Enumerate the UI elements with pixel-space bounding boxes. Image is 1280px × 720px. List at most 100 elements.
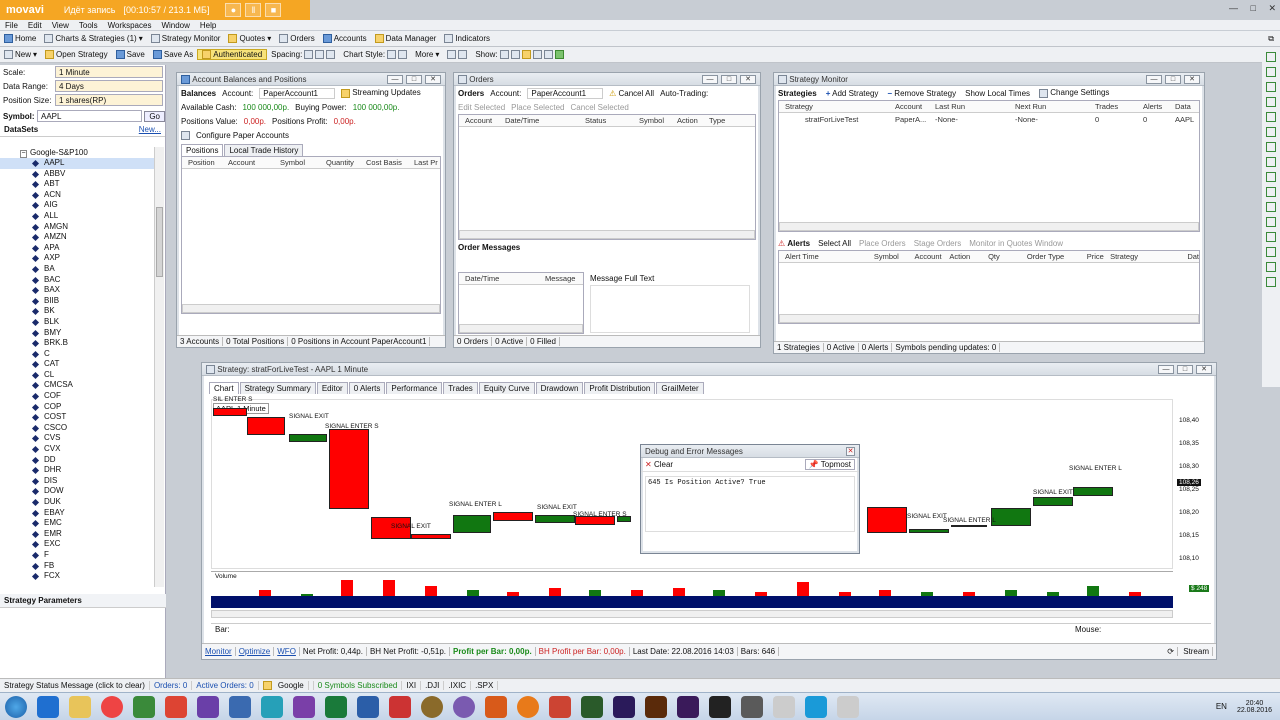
new-dataset-link[interactable]: New... — [139, 125, 161, 134]
menu-tools[interactable]: Tools — [74, 21, 103, 30]
tree-item-dis[interactable]: DIS — [0, 476, 154, 487]
line-tool-icon[interactable] — [1266, 112, 1276, 122]
change-settings-button[interactable]: Change Settings — [1039, 88, 1109, 98]
chrome-icon[interactable] — [101, 695, 123, 718]
app-x-icon[interactable] — [165, 695, 187, 718]
tree-item-cop[interactable]: COP — [0, 402, 154, 413]
tree-item-amgn[interactable]: AMGN — [0, 222, 154, 233]
place-orders-button[interactable]: Place Orders — [859, 239, 906, 248]
circle-icon[interactable] — [1266, 157, 1276, 167]
crosshair-icon[interactable] — [1266, 52, 1276, 62]
positions-hscroll[interactable] — [182, 304, 440, 313]
orders-account-select[interactable]: PaperAccount1 — [527, 87, 604, 99]
add-strategy-button[interactable]: + Add Strategy — [826, 89, 879, 98]
show-alerts-icon[interactable] — [521, 50, 531, 59]
start-button[interactable] — [5, 695, 27, 718]
tab-editor[interactable]: Editor — [316, 382, 348, 394]
trendline-icon[interactable] — [1266, 277, 1276, 287]
acrobat-icon[interactable] — [389, 695, 411, 718]
tree-item-f[interactable]: F — [0, 550, 154, 561]
strategy-monitor-button[interactable]: Strategy Monitor — [147, 34, 225, 43]
close-button[interactable]: ✕ — [1184, 74, 1200, 84]
minimize-button[interactable]: — — [1229, 3, 1238, 13]
powerpoint-icon[interactable] — [549, 695, 571, 718]
app-icon[interactable] — [229, 695, 251, 718]
record-button[interactable]: ● — [225, 3, 242, 17]
show-indicator-icon[interactable] — [543, 50, 553, 59]
indicators-button[interactable]: Indicators — [440, 34, 494, 43]
candlestick-icon[interactable] — [387, 50, 397, 59]
tree-item-cost[interactable]: COST — [0, 412, 154, 423]
authenticated-button[interactable]: Authenticated — [197, 49, 268, 60]
tree-item-acn[interactable]: ACN — [0, 190, 154, 201]
collapse-icon[interactable]: − — [20, 150, 27, 158]
minimize-button[interactable]: — — [1146, 74, 1162, 84]
tree-item-aig[interactable]: AIG — [0, 200, 154, 211]
tree-item-bk[interactable]: BK — [0, 306, 154, 317]
menu-view[interactable]: View — [47, 21, 74, 30]
onenote-icon[interactable] — [293, 695, 315, 718]
menu-help[interactable]: Help — [195, 21, 221, 30]
data-range-select[interactable]: 4 Days — [55, 80, 163, 92]
app-disk-icon[interactable] — [741, 695, 763, 718]
text-icon[interactable] — [1266, 82, 1276, 92]
filezilla-icon[interactable] — [485, 695, 507, 718]
tree-item-emr[interactable]: EMR — [0, 529, 154, 540]
accounts-button[interactable]: Accounts — [319, 34, 371, 43]
monitor-in-quotes-button[interactable]: Monitor in Quotes Window — [969, 239, 1063, 248]
ie-icon[interactable] — [37, 695, 59, 718]
channel-icon[interactable] — [1266, 217, 1276, 227]
maximize-button[interactable]: □ — [1177, 364, 1193, 374]
stage-orders-button[interactable]: Stage Orders — [914, 239, 962, 248]
debug-messages-box[interactable]: 645 Is Position Active? True — [645, 476, 855, 532]
show-trades-icon[interactable] — [554, 50, 564, 59]
minimize-button[interactable]: — — [387, 74, 403, 84]
tree-item-brk-b[interactable]: BRK.B — [0, 338, 154, 349]
diamond-icon[interactable] — [1266, 142, 1276, 152]
alerts-hscroll[interactable] — [779, 314, 1199, 323]
menu-workspaces[interactable]: Workspaces — [103, 21, 157, 30]
tree-item-ebay[interactable]: EBAY — [0, 508, 154, 519]
show-local-times-button[interactable]: Show Local Times — [965, 89, 1030, 98]
illustrator-icon[interactable] — [645, 695, 667, 718]
tree-item-fb[interactable]: FB — [0, 561, 154, 572]
tab-local-trade-history[interactable]: Local Trade History — [224, 144, 304, 156]
tree-item-all[interactable]: ALL — [0, 211, 154, 222]
topmost-button[interactable]: 📌 Topmost — [804, 459, 855, 470]
tree-item-bmy[interactable]: BMY — [0, 328, 154, 339]
firefox-icon[interactable] — [517, 695, 539, 718]
app-circle-icon[interactable] — [421, 695, 443, 718]
tree-item-amzn[interactable]: AMZN — [0, 232, 154, 243]
tab-chart[interactable]: Chart — [209, 382, 239, 394]
close-button[interactable]: ✕ — [846, 446, 855, 456]
clock[interactable]: 20:40 22.08.2016 — [1237, 700, 1272, 714]
pitchfork-icon[interactable] — [1266, 232, 1276, 242]
configure-paper-accounts[interactable]: Configure Paper Accounts — [177, 128, 445, 142]
app-grid-icon[interactable] — [837, 695, 859, 718]
tab-0-alerts[interactable]: 0 Alerts — [348, 382, 386, 394]
spacing-auto-icon[interactable] — [326, 50, 336, 59]
place-selected-button[interactable]: Place Selected — [511, 103, 564, 112]
wealthlab-icon[interactable] — [133, 695, 155, 718]
app-w-icon[interactable] — [709, 695, 731, 718]
position-size-select[interactable]: 1 shares(RP) — [55, 94, 163, 106]
gann-icon[interactable] — [1266, 247, 1276, 257]
tree-item-cl[interactable]: CL — [0, 370, 154, 381]
strategy-row[interactable]: stratForLiveTest PaperA... -None- -None- 0 0 A… — [779, 113, 1199, 125]
arc-icon[interactable] — [1266, 262, 1276, 272]
tree-item-cvs[interactable]: CVS — [0, 433, 154, 444]
pin-icon[interactable]: ⧉ — [1268, 34, 1274, 44]
qlik-icon[interactable] — [261, 695, 283, 718]
close-button[interactable]: ✕ — [425, 74, 441, 84]
home-button[interactable]: Home — [0, 34, 40, 43]
open-strategy-button[interactable]: Open Strategy — [41, 50, 112, 59]
chart-hscroll[interactable] — [211, 610, 1173, 618]
tree-item-cat[interactable]: CAT — [0, 359, 154, 370]
visual-studio-icon[interactable] — [197, 695, 219, 718]
tree-item-emc[interactable]: EMC — [0, 518, 154, 529]
save-button[interactable]: Save — [112, 50, 149, 59]
tab-drawdown[interactable]: Drawdown — [535, 382, 584, 394]
tree-item-apa[interactable]: APA — [0, 243, 154, 254]
line-style-icon[interactable] — [398, 50, 408, 59]
tree-item-abbv[interactable]: ABBV — [0, 169, 154, 180]
